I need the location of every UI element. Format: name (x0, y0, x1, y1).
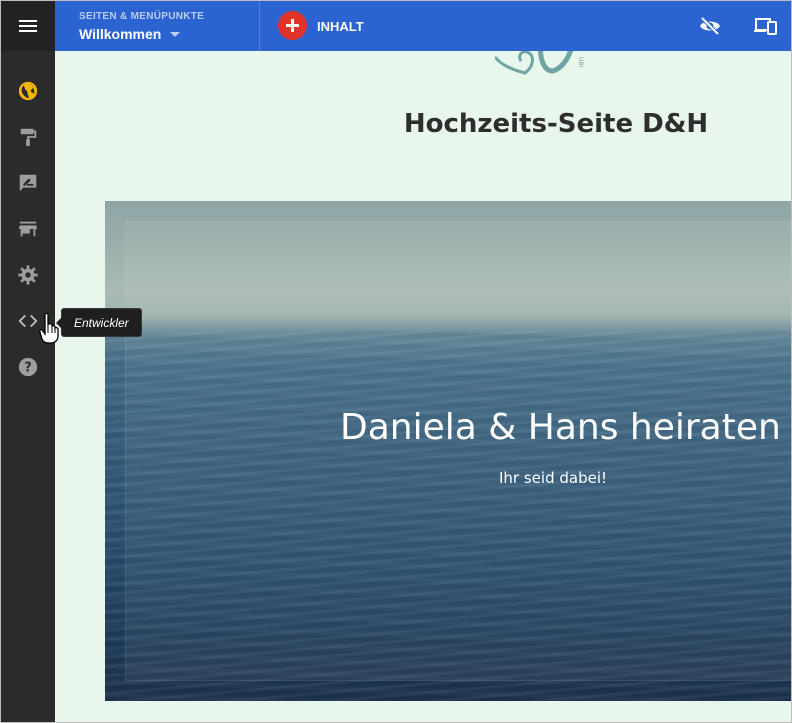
add-content-label[interactable]: INHALT (317, 19, 364, 34)
developer-tooltip: Entwickler (56, 308, 142, 337)
add-content-button[interactable] (278, 11, 307, 40)
sidebar-item-settings[interactable] (16, 263, 40, 287)
eye-off-icon[interactable] (698, 14, 722, 38)
site-logo: UBI (495, 51, 584, 75)
sidebar-item-website[interactable] (16, 79, 40, 103)
sidebar-item-help[interactable]: ? (16, 355, 40, 379)
svg-text:UBI: UBI (577, 57, 584, 68)
hamburger-menu-button[interactable] (1, 1, 55, 51)
website-preview: UBI Hochzeits-Seite D&H Daniela & Hans h… (55, 51, 791, 722)
page-selector-kicker: SEITEN & MENÜPUNKTE (79, 11, 205, 22)
edit-note-icon (19, 174, 37, 192)
hero-subline: Ihr seid dabei! (499, 469, 608, 487)
sidebar-item-developer[interactable] (16, 309, 40, 333)
site-title: Hochzeits-Seite D&H (403, 109, 709, 139)
sidebar-item-content[interactable] (16, 171, 40, 195)
current-page-name: Willkommen (79, 26, 162, 42)
paint-roller-icon (20, 128, 37, 147)
sidebar-item-design[interactable] (16, 125, 40, 149)
sidebar-item-store[interactable] (16, 217, 40, 241)
globe-icon (18, 81, 38, 101)
hero-headline: Daniela & Hans heiraten (340, 407, 781, 448)
top-toolbar: SEITEN & MENÜPUNKTE Willkommen INHALT (55, 1, 791, 51)
chevron-down-icon (170, 32, 180, 37)
svg-text:?: ? (24, 361, 31, 376)
plus-icon (286, 19, 299, 32)
help-icon: ? (18, 357, 38, 377)
left-sidebar: ? (1, 1, 55, 722)
gear-icon (18, 265, 38, 285)
hero-banner[interactable]: Daniela & Hans heiraten Ihr seid dabei! (105, 201, 791, 701)
code-icon (18, 314, 38, 328)
hand-cursor-icon (39, 312, 59, 344)
menu-icon (19, 20, 37, 32)
hero-overlay (125, 221, 791, 681)
store-icon (18, 221, 38, 237)
devices-icon[interactable] (754, 14, 778, 38)
page-selector[interactable]: SEITEN & MENÜPUNKTE Willkommen (55, 1, 260, 51)
